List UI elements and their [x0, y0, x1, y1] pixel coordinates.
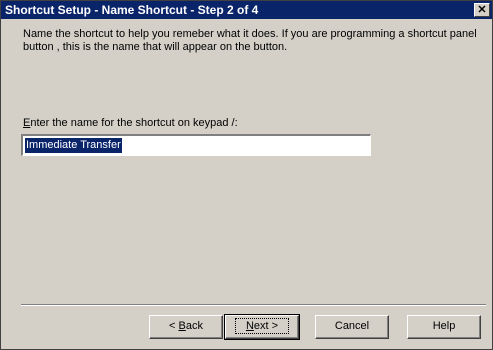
- shortcut-name-label: Enter the name for the shortcut on keypa…: [23, 117, 238, 129]
- label-text: nter the name for the shortcut on keypad…: [30, 117, 238, 129]
- shortcut-name-input[interactable]: Immediate Transfer: [21, 134, 371, 156]
- back-mnemonic: B: [178, 320, 186, 332]
- close-icon: ✕: [477, 4, 487, 16]
- back-button[interactable]: < Back: [149, 315, 223, 339]
- close-button[interactable]: ✕: [474, 3, 490, 17]
- next-mnemonic: N: [245, 320, 254, 332]
- shortcut-name-value: Immediate Transfer: [25, 138, 122, 153]
- shortcut-setup-dialog: Shortcut Setup - Name Shortcut - Step 2 …: [0, 0, 493, 350]
- cancel-label: Cancel: [334, 320, 370, 332]
- next-focus: Next >: [234, 318, 290, 334]
- back-label: ack: [185, 320, 203, 332]
- button-separator: [21, 304, 486, 306]
- help-label: Help: [432, 320, 456, 332]
- cancel-button[interactable]: Cancel: [315, 315, 389, 339]
- next-button[interactable]: Next >: [224, 314, 300, 340]
- title-bar[interactable]: Shortcut Setup - Name Shortcut - Step 2 …: [1, 1, 492, 19]
- window-title: Shortcut Setup - Name Shortcut - Step 2 …: [5, 3, 259, 17]
- help-button[interactable]: Help: [407, 315, 481, 339]
- instruction-text: Name the shortcut to help you remeber wh…: [23, 28, 477, 53]
- next-label: ext >: [253, 320, 279, 332]
- back-prefix: <: [169, 320, 179, 332]
